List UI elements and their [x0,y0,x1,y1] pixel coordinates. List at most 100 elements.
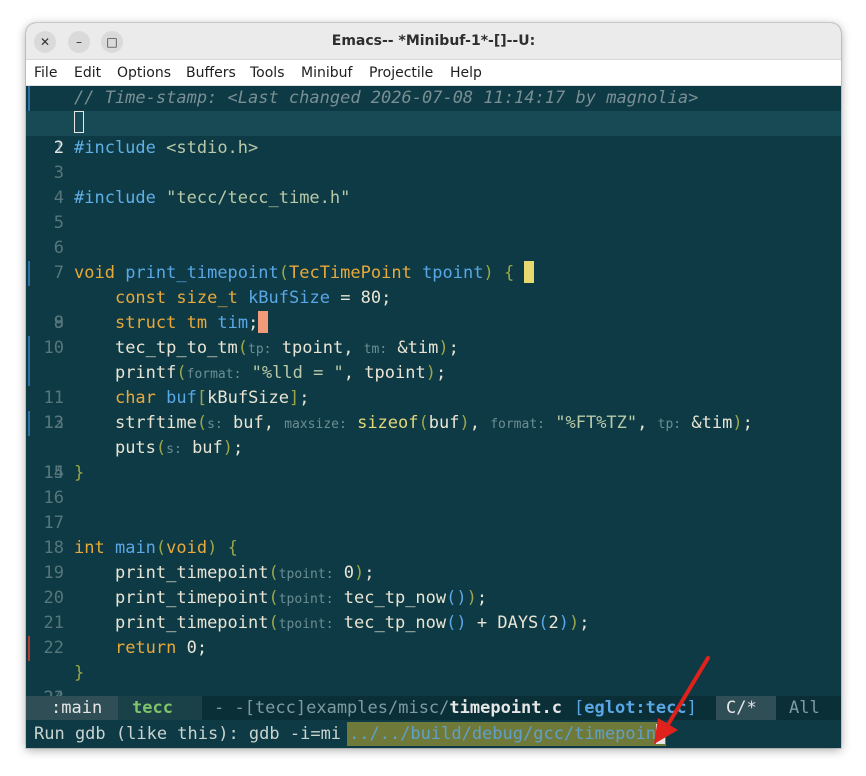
code-editor[interactable]: 1 // Time-stamp: <Last changed 2026-07-0… [26,86,841,696]
inlay-hint: tp: [657,417,682,432]
variable: kBufSize [248,288,330,308]
code-line[interactable]: 15 puts(s: buf); [26,436,841,483]
code-line[interactable]: 4 [26,161,841,208]
code-line[interactable]: 8 void print_timepoint(TecTimePoint tpoi… [26,261,841,333]
keyword: #include [74,138,156,158]
argument: &tim [691,413,733,433]
inlay-hint: tp: [248,342,272,357]
function-name: print_timepoint [125,263,279,283]
code-line[interactable]: 1 // Time-stamp: <Last changed 2026-07-0… [26,86,841,158]
inlay-hint: maxsize: [284,417,347,432]
keyword: char [114,388,156,408]
code-line[interactable]: 3 #include <stdio.h> [26,136,841,183]
function-call: printf [114,363,177,383]
string-literal: "%lld = " [251,363,344,383]
code-line[interactable]: 24 } [26,661,841,696]
diagnostic-highlight [258,311,269,333]
code-line[interactable]: 23 return 0; [26,636,841,696]
builtin: sizeof [357,413,419,433]
keyword: int [74,538,105,558]
code-line[interactable]: 22 print_timepoint(tpoint: tec_tp_now() … [26,611,841,658]
git-branch[interactable]: :main [26,696,118,720]
buffer-position: All [789,698,820,718]
brace: { [503,263,515,283]
diff-marker [28,261,30,286]
code-line[interactable]: 14 strftime(s: buf, maxsize: sizeof(buf)… [26,411,841,483]
function-call: tec_tp_to_tm [114,338,238,358]
keyword: #include [74,188,156,208]
function-call: tec_tp_now [343,588,447,608]
match-highlight [524,261,535,283]
keyword: void [74,263,115,283]
function-call: print_timepoint [114,588,269,608]
project-name[interactable]: tecc [118,696,202,720]
type-name: size_t [176,288,238,308]
code-line[interactable]: 5 #include "tecc/tecc_time.h" [26,186,841,233]
function-call: print_timepoint [114,563,269,583]
mode-line: :main tecc - -[tecc]examples/misc/timepo… [26,696,841,720]
param-name: tpoint [422,263,484,283]
code-line[interactable]: 16 } [26,461,841,508]
code-line[interactable]: 13 char buf[kBufSize]; [26,386,841,433]
inlay-hint: tm: [363,342,388,357]
argument: buf [233,413,264,433]
eglot-project: tecc [645,698,687,718]
keyword: const [114,288,167,308]
code-line[interactable]: 12 printf(format: "%lld = ", tpoint); [26,361,841,433]
argument: buf [428,413,460,433]
argument: buf [192,438,223,458]
inlay-hint: s: [166,442,182,457]
eglot-status[interactable]: [eglot:tecc] [574,696,697,720]
eglot-label: eglot: [584,698,646,718]
current-line[interactable]: 2 [26,111,841,158]
function-call: puts [114,438,156,458]
menu-options[interactable]: Options [117,60,171,86]
minibuffer[interactable]: Run gdb (like this): gdb -i=mi ../../bui… [26,720,841,748]
diff-marker [28,361,30,386]
comment-text: // Time-stamp: <Last changed 2026-07-08 … [74,88,699,108]
code-line[interactable]: 11 tec_tp_to_tm(tp: tpoint, tm: &tim); [26,336,841,408]
function-name: main [114,538,156,558]
code-line[interactable]: 21 print_timepoint(tpoint: tec_tp_now())… [26,586,841,633]
argument: tpoint [281,338,344,358]
minibuffer-prompt: Run gdb (like this): gdb -i=mi [34,724,342,744]
minibuffer-input[interactable]: ../../build/debug/gcc/timepoint [347,722,667,746]
menu-edit[interactable]: Edit [74,60,101,86]
code-line[interactable]: 18 [26,511,841,558]
code-line[interactable]: 20 print_timepoint(tpoint: 0); [26,561,841,608]
return-value: 0 [186,638,197,658]
argument: 2 [548,613,559,633]
brace: { [227,538,238,558]
eglot-bracket: ] [686,698,697,718]
variable: buf [166,388,197,408]
menu-file[interactable]: File [34,60,57,86]
code-line[interactable]: 9 const size_t kBufSize = 80; [26,286,841,333]
function-call: print_timepoint [114,613,269,633]
menu-minibuf[interactable]: Minibuf [301,60,352,86]
buffer-path: - -[tecc]examples/misc/timepoint.c [214,696,562,720]
major-mode[interactable]: C/* [716,696,776,720]
argument: &tim [397,338,439,358]
type-name: tm [186,313,208,333]
macro-call: DAYS [497,613,539,633]
code-line[interactable]: 6 [26,211,841,258]
code-line[interactable]: 10 struct tm tim; [26,311,841,358]
include-path: <stdio.h> [166,138,259,158]
emacs-window: ✕ – □ Emacs-- *Minibuf-1*-[]--U: File Ed… [26,23,841,748]
code-line[interactable]: 7 [26,236,841,283]
code-line[interactable]: 19 int main(void) { [26,536,841,583]
argument: tpoint [364,363,426,383]
code-line[interactable]: 17 [26,486,841,533]
menu-help[interactable]: Help [450,60,482,86]
type-name: TecTimePoint [288,263,412,283]
keyword: struct [114,313,177,333]
menu-buffers[interactable]: Buffers [186,60,236,86]
inlay-hint: tpoint: [278,592,334,607]
title-bar: ✕ – □ Emacs-- *Minibuf-1*-[]--U: [26,23,841,60]
menu-projectile[interactable]: Projectile [369,60,433,86]
function-call: strftime [114,413,197,433]
eglot-bracket: [ [574,698,585,718]
identifier: kBufSize [207,388,290,408]
minibuffer-cursor [656,724,665,744]
menu-tools[interactable]: Tools [250,60,285,86]
